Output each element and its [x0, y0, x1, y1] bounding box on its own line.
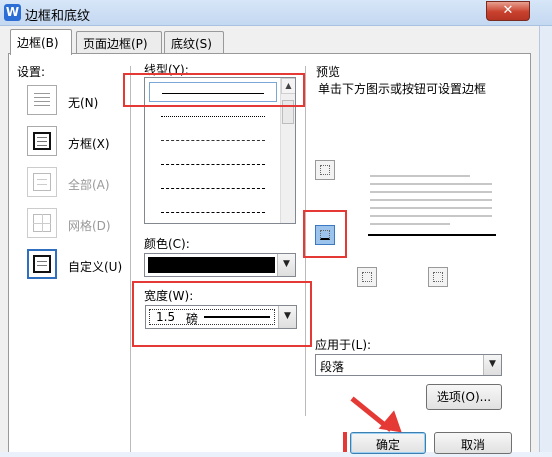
width-selection: 1.5 磅 [149, 309, 275, 326]
border-right-icon [433, 272, 443, 282]
close-button[interactable]: ✕ [486, 1, 530, 21]
preview-page [368, 172, 496, 242]
preview-title: 预览 [316, 65, 341, 79]
apply-to-label: 应用于(L): [315, 338, 372, 352]
line-style-dash[interactable] [149, 154, 277, 174]
top-border-button[interactable] [315, 160, 335, 180]
line-style-long-dash[interactable] [149, 178, 277, 198]
setting-custom-icon[interactable] [27, 249, 57, 279]
color-select[interactable]: ▼ [144, 253, 296, 277]
left-border-button[interactable] [357, 267, 377, 287]
annotation-highlight [303, 210, 347, 258]
annotation-highlight [123, 73, 305, 107]
apply-to-select[interactable]: 段落 ▼ [315, 354, 502, 376]
setting-grid-icon [27, 208, 57, 238]
width-value: 1.5 [156, 310, 176, 324]
width-label: 宽度(W): [144, 289, 194, 303]
right-border-button[interactable] [428, 267, 448, 287]
setting-grid-label: 网格(D) [68, 219, 111, 233]
options-button[interactable]: 选项(O)... [426, 384, 502, 410]
setting-all-icon [27, 167, 57, 197]
border-left-icon [362, 272, 372, 282]
wps-app-icon: W [4, 4, 21, 21]
border-top-icon [320, 165, 330, 175]
width-line-sample [204, 316, 270, 318]
tab-shading[interactable]: 底纹(S) [164, 31, 224, 53]
line-style-fine-dash[interactable] [149, 130, 277, 150]
window-edge [540, 26, 552, 452]
divider [130, 66, 131, 452]
chevron-down-icon[interactable]: ▼ [483, 355, 501, 375]
color-swatch [148, 257, 275, 273]
preview-hint: 单击下方图示或按钮可设置边框 [318, 82, 487, 96]
color-label: 颜色(C): [144, 237, 190, 251]
setting-box-label[interactable]: 方框(X) [68, 135, 110, 152]
settings-title: 设置: [17, 65, 46, 79]
chevron-down-icon[interactable]: ▼ [278, 306, 296, 328]
line-style-dash-dot[interactable] [149, 202, 277, 222]
chevron-down-icon[interactable]: ▼ [277, 254, 295, 276]
setting-none-label[interactable]: 无(N) [68, 94, 98, 111]
setting-all-label: 全部(A) [68, 178, 110, 192]
width-select[interactable]: 1.5 磅 ▼ [145, 305, 297, 329]
setting-custom-label[interactable]: 自定义(U) [68, 258, 122, 275]
width-unit: 磅 [186, 312, 199, 326]
line-style-dotted[interactable] [149, 106, 277, 126]
setting-box-icon[interactable] [27, 126, 57, 156]
tab-borders[interactable]: 边框(B) [10, 29, 72, 55]
cancel-button[interactable]: 取消 [434, 432, 512, 454]
apply-to-value: 段落 [320, 360, 345, 374]
tab-page-borders[interactable]: 页面边框(P) [76, 31, 162, 53]
annotation-mark [343, 432, 347, 452]
window-title: 边框和底纹 [25, 9, 91, 24]
title-bar: W 边框和底纹 ✕ [0, 0, 552, 26]
preview-bottom-border [368, 234, 496, 236]
setting-none-icon[interactable] [27, 85, 57, 115]
